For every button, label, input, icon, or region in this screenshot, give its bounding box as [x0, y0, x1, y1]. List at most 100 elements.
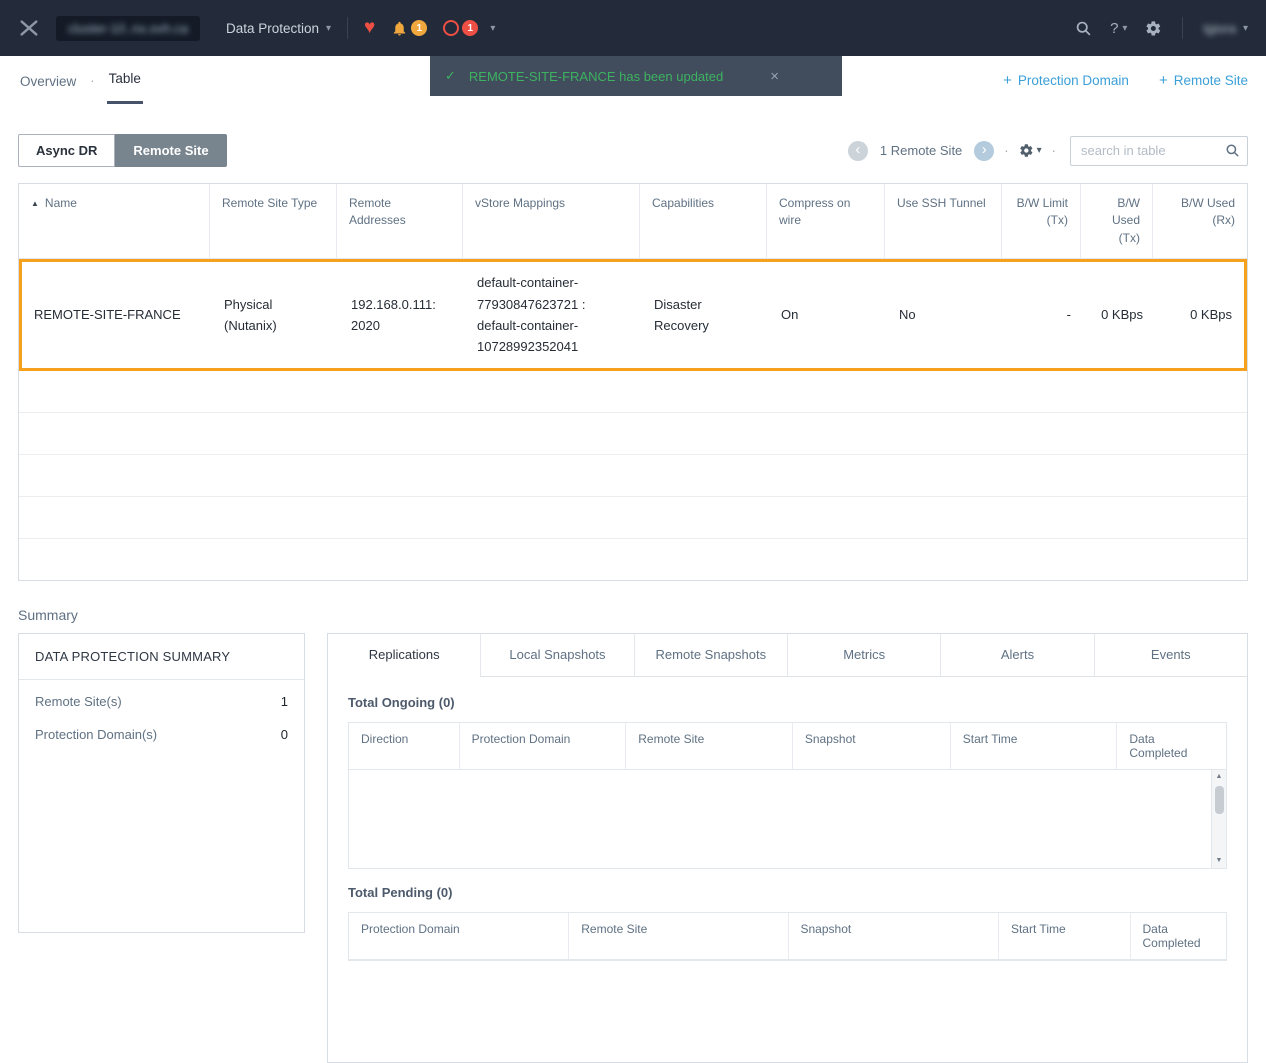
details-panel: Replications Local Snapshots Remote Snap… [327, 633, 1248, 1063]
cell-use-ssh-tunnel: No [887, 294, 1004, 335]
remote-site-button[interactable]: Remote Site [115, 134, 226, 167]
table-search-input[interactable] [1070, 136, 1248, 166]
alerts-bell-button[interactable]: 1 [391, 20, 427, 37]
column-header-bw-used-tx[interactable]: B/W Used (Tx) [1080, 184, 1152, 258]
column-header-vstore-mappings[interactable]: vStore Mappings [462, 184, 639, 258]
cell-remote-site-type: Physical (Nutanix) [212, 284, 339, 347]
settings-gear-icon[interactable] [1145, 20, 1162, 37]
dot-separator: · [90, 73, 94, 88]
bell-icon [391, 20, 408, 37]
column-header-direction[interactable]: Direction [349, 723, 459, 769]
column-label: Remote Site Type [222, 195, 317, 212]
column-header-snapshot[interactable]: Snapshot [792, 723, 950, 769]
column-header-capabilities[interactable]: Capabilities [639, 184, 766, 258]
column-header-remote-site[interactable]: Remote Site [568, 913, 787, 959]
empty-table-row [19, 497, 1247, 539]
critical-ring-icon [443, 20, 459, 36]
column-header-protection-domain[interactable]: Protection Domain [349, 913, 568, 959]
search-icon[interactable] [1225, 143, 1240, 158]
empty-table-row [19, 371, 1247, 413]
column-header-data-completed[interactable]: Data Completed [1130, 913, 1226, 959]
tab-remote-snapshots[interactable]: Remote Snapshots [634, 634, 787, 676]
critical-alerts-button[interactable]: 1 [443, 20, 478, 36]
table-header-row: ▲ Name Remote Site Type Remote Addresses… [19, 184, 1247, 259]
summary-value-remote-sites: 1 [281, 694, 288, 709]
summary-value-protection-domains: 0 [281, 727, 288, 742]
pending-replications-table: Protection Domain Remote Site Snapshot S… [348, 912, 1227, 961]
tab-metrics[interactable]: Metrics [787, 634, 940, 676]
tab-replications[interactable]: Replications [328, 634, 480, 676]
column-header-remote-site-type[interactable]: Remote Site Type [209, 184, 336, 258]
tab-alerts[interactable]: Alerts [940, 634, 1093, 676]
cluster-name-label: cluster-10..nx.ovh.ca [68, 21, 188, 36]
next-page-button[interactable]: › [974, 141, 994, 161]
column-label: vStore Mappings [475, 195, 565, 212]
column-header-remote-site[interactable]: Remote Site [625, 723, 792, 769]
column-label: B/W Used (Rx) [1165, 195, 1235, 230]
search-icon[interactable] [1075, 20, 1092, 37]
cluster-name-menu[interactable]: cluster-10..nx.ovh.ca [56, 16, 200, 41]
column-header-start-time[interactable]: Start Time [998, 913, 1130, 959]
add-remote-site-label: Remote Site [1174, 73, 1248, 88]
async-dr-button[interactable]: Async DR [18, 134, 115, 167]
cell-capabilities: Disaster Recovery [642, 284, 769, 347]
scrollbar-thumb[interactable] [1215, 786, 1224, 814]
table-search [1070, 136, 1248, 166]
column-label: Remote Addresses [349, 195, 450, 230]
close-icon[interactable]: × [770, 68, 779, 85]
column-header-name[interactable]: ▲ Name [19, 184, 209, 258]
nutanix-logo[interactable] [18, 17, 40, 39]
data-protection-menu[interactable]: Data Protection ▾ [226, 21, 331, 36]
notification-toast: ✓ REMOTE-SITE-FRANCE has been updated × [430, 56, 842, 96]
pending-section: Total Pending (0) Protection Domain Remo… [348, 885, 1227, 961]
column-header-use-ssh-tunnel[interactable]: Use SSH Tunnel [884, 184, 1001, 258]
toast-message: REMOTE-SITE-FRANCE has been updated [469, 69, 723, 84]
tab-events[interactable]: Events [1094, 634, 1247, 676]
total-ongoing-title: Total Ongoing (0) [348, 695, 1227, 710]
gear-icon [1019, 143, 1034, 158]
cell-compress-on-wire: On [769, 294, 887, 335]
scroll-up-button[interactable]: ▲ [1212, 770, 1226, 784]
add-remote-site-button[interactable]: + Remote Site [1159, 72, 1248, 89]
column-header-snapshot[interactable]: Snapshot [788, 913, 998, 959]
notifications-chevron-icon[interactable]: ▾ [490, 23, 495, 34]
remote-site-table: ▲ Name Remote Site Type Remote Addresses… [18, 183, 1248, 581]
data-protection-label: Data Protection [226, 21, 319, 36]
chevron-down-icon: ▾ [1037, 145, 1042, 156]
divider [347, 17, 348, 39]
tab-local-snapshots[interactable]: Local Snapshots [480, 634, 633, 676]
ongoing-replications-table: Direction Protection Domain Remote Site … [348, 722, 1227, 869]
tab-table[interactable]: Table [107, 56, 143, 104]
empty-table-row [19, 539, 1247, 580]
view-switch: Async DR Remote Site [18, 134, 227, 167]
previous-page-button[interactable]: ‹ [848, 141, 868, 161]
data-protection-summary-card: DATA PROTECTION SUMMARY Remote Site(s) 1… [18, 633, 305, 933]
scroll-down-button[interactable]: ▼ [1212, 854, 1226, 868]
secondary-nav: Overview · Table ✓ REMOTE-SITE-FRANCE ha… [0, 56, 1266, 104]
column-header-start-time[interactable]: Start Time [950, 723, 1117, 769]
help-menu[interactable]: ? ▾ [1110, 20, 1127, 37]
table-row-remote-site-france[interactable]: REMOTE-SITE-FRANCE Physical (Nutanix) 19… [19, 259, 1247, 371]
summary-card-title: DATA PROTECTION SUMMARY [19, 634, 304, 680]
vertical-scrollbar[interactable]: ▲ ▼ [1211, 770, 1226, 868]
topbar-right-group: ? ▾ tgiora ▾ [1075, 17, 1248, 39]
replications-content: Total Ongoing (0) Direction Protection D… [328, 677, 1247, 979]
column-header-bw-used-rx[interactable]: B/W Used (Rx) [1152, 184, 1247, 258]
table-settings-menu[interactable]: ▾ [1019, 143, 1042, 158]
column-header-remote-addresses[interactable]: Remote Addresses [336, 184, 462, 258]
help-label: ? [1110, 20, 1118, 37]
column-header-protection-domain[interactable]: Protection Domain [459, 723, 626, 769]
column-header-data-completed[interactable]: Data Completed [1116, 723, 1226, 769]
cell-bw-limit-tx: - [1004, 294, 1083, 335]
ongoing-table-body: ▲ ▼ [349, 770, 1226, 868]
chevron-down-icon: ▾ [326, 23, 331, 34]
column-header-bw-limit-tx[interactable]: B/W Limit (Tx) [1001, 184, 1080, 258]
health-heart-icon[interactable]: ♥ [364, 17, 375, 39]
user-menu[interactable]: tgiora ▾ [1203, 21, 1248, 36]
column-header-compress-on-wire[interactable]: Compress on wire [766, 184, 884, 258]
plus-icon: + [1003, 72, 1012, 89]
summary-label-protection-domains: Protection Domain(s) [35, 727, 157, 742]
tab-overview[interactable]: Overview [18, 56, 78, 104]
add-protection-domain-button[interactable]: + Protection Domain [1003, 72, 1129, 89]
summary-row-protection-domains: Protection Domain(s) 0 [19, 713, 304, 746]
